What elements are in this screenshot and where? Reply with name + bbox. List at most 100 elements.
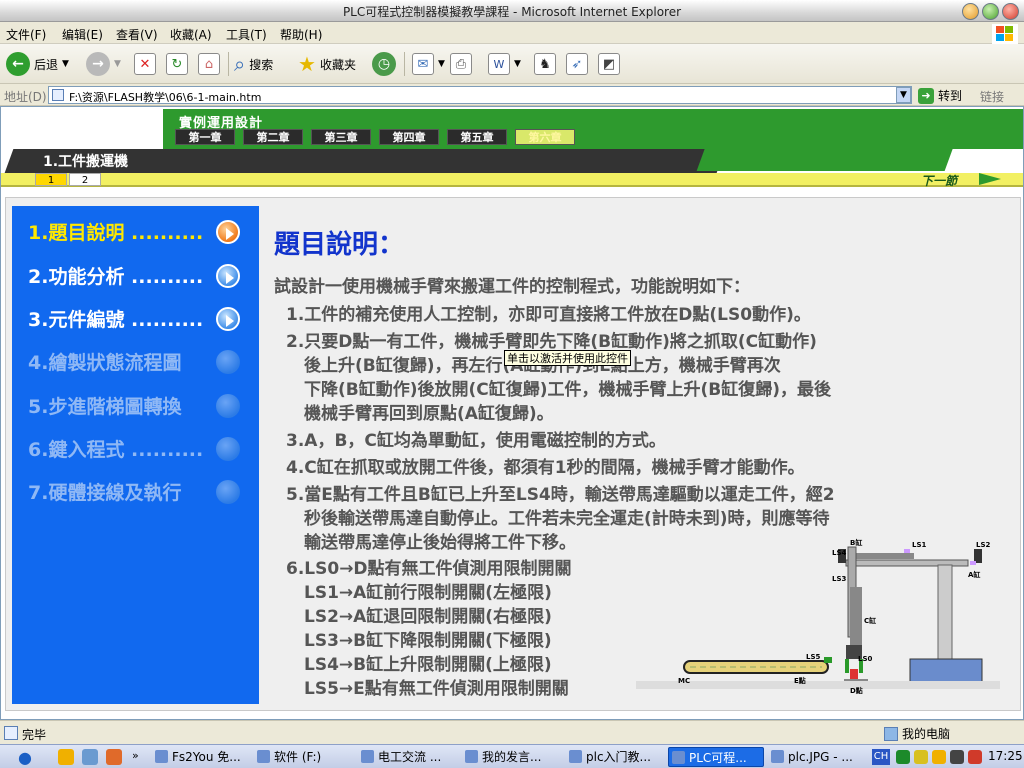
menu-file[interactable]: 文件(F) [6,26,46,43]
back-arrow-icon: ← [6,52,30,76]
minimize-button[interactable] [962,3,979,20]
print-button[interactable]: ⎙ [450,50,472,78]
home-button[interactable]: ⌂ [198,50,220,78]
app-icon[interactable] [106,749,122,765]
menu-edit[interactable]: 编辑(E) [62,26,103,43]
menu-help[interactable]: 帮助(H) [280,26,322,43]
sidebar-item-label: 3.元件編號 .......... [28,308,204,331]
diagram-label-ls0: LS0 [858,655,873,663]
close-button[interactable] [1002,3,1019,20]
description-line: 1.工件的補充使用人工控制，亦即可直接將工件放在D點(LS0動作)。 [286,305,811,325]
address-bar: 地址(D) F:\资源\FLASH教学\06\6-1-main.htm ▼ ➜ … [0,84,1024,106]
star-icon: ★ [298,52,316,76]
mail-button[interactable]: ✉ ▼ [412,50,445,78]
task-item[interactable]: 电工交流 ... [358,747,458,767]
tool-button[interactable]: ◩ [598,50,620,78]
menu-view[interactable]: 查看(V) [116,26,158,43]
tray-icon[interactable] [914,750,928,764]
links-button[interactable]: 链接 [980,88,1004,105]
task-item[interactable]: Fs2You 免... [152,747,250,767]
description-line: 輸送帶馬達停止後始得將工件下移。 [304,533,576,553]
diagram-label-a: A缸 [968,570,980,579]
page-content: 實例運用設計 第一章 第二章 第三章 第四章 第五章 第六章 1.工件搬運機 1… [0,106,1024,720]
sidebar-item-1[interactable]: 1.題目說明 .......... [28,216,253,246]
next-arrow-icon[interactable] [979,173,1001,185]
next-section-link[interactable]: 下一節 [921,172,957,189]
task-item[interactable]: plc入门教... [566,747,666,767]
task-item[interactable]: plc.JPG - ... [768,747,866,767]
computer-icon [884,726,898,741]
diagram-label-d: D點 [850,686,863,695]
chevron-right-icon[interactable]: » [132,749,139,762]
task-item-active[interactable]: PLC可程... [668,747,764,767]
sidebar-item-2[interactable]: 2.功能分析 .......... [28,260,253,290]
edit-button[interactable]: W ▼ [488,50,521,78]
refresh-button[interactable]: ↻ [166,50,188,78]
tray-icon[interactable] [968,750,982,764]
favorites-button[interactable]: ★ 收藏夹 [298,50,356,78]
printer-icon: ⎙ [450,53,472,75]
task-item[interactable]: 软件 (F:) [254,747,354,767]
chevron-down-icon: ▼ [62,59,69,69]
qq-icon[interactable] [58,749,74,765]
go-label: 转到 [938,89,963,103]
tray-icon[interactable] [950,750,964,764]
subtab-1[interactable]: 1 [35,173,67,186]
status-bar: 完毕 我的电脑 [0,720,1024,744]
chapter-tab-6[interactable]: 第六章 [515,129,575,145]
chapter-tab-1[interactable]: 第一章 [175,129,235,145]
stop-button[interactable]: ✕ [134,50,156,78]
clock: 17:25 [988,749,1023,763]
sidebar: 1.題目說明 .......... 2.功能分析 .......... 3.元件… [12,206,259,704]
description-line: 下降(B缸動作)後放開(C缸復歸)工件，機械手臂上升(B缸復歸)，最後 [304,380,832,400]
app-icon[interactable] [82,749,98,765]
subtab-bar [1,173,1023,187]
tray-icon[interactable] [896,750,910,764]
title-bar[interactable]: PLC可程式控制器模擬教學課程 - Microsoft Internet Exp… [0,0,1024,22]
menu-tools[interactable]: 工具(T) [226,26,267,43]
search-button[interactable]: ⌕ 搜索 [234,50,273,78]
diagram-label-mc: MC [678,677,690,685]
page-title: 題目說明： [274,230,405,260]
research-button[interactable]: ➶ [566,50,588,78]
subtab-2[interactable]: 2 [69,173,101,186]
maximize-button[interactable] [982,3,999,20]
tool-icon: ◩ [598,53,620,75]
description-line: 2.只要D點一有工件，機械手臂即先下降(B缸動作)將之抓取(C缸動作) [286,332,817,352]
research-icon: ➶ [566,53,588,75]
task-item[interactable]: 我的发言... [462,747,562,767]
subtabs: 1 2 [35,173,101,186]
sidebar-item-3[interactable]: 3.元件編號 .......... [28,303,253,333]
chapter-tab-3[interactable]: 第三章 [311,129,371,145]
description-line: LS4→B缸上升限制開關(上極限) [304,655,552,675]
description-line: 3.A，B，C缸均為單動缸，使用電磁控制的方式。 [286,431,666,451]
back-button[interactable]: ← 后退 ▼ [6,50,69,78]
chapter-tab-2[interactable]: 第二章 [243,129,303,145]
tray-icon[interactable] [932,750,946,764]
favorites-label: 收藏夹 [319,57,356,72]
sidebar-item-label: 4.繪製狀態流程圖 [28,351,182,374]
address-input[interactable]: F:\资源\FLASH教学\06\6-1-main.htm [48,86,912,104]
forward-button[interactable]: → ▼ [86,50,121,78]
history-button[interactable]: ◷ [372,50,396,78]
start-button-icon[interactable]: ● [18,748,32,767]
description-line: 機械手臂再回到原點(A缸復歸)。 [304,404,554,424]
sidebar-item-6: 6.鍵入程式 .......... [28,433,253,463]
toolbar: ← 后退 ▼ → ▼ ✕ ↻ ⌂ ⌕ 搜索 ★ 收藏夹 ◷ ✉ ▼ ⎙ W ▼ … [0,44,1024,84]
go-button[interactable]: ➜ 转到 [918,87,962,104]
diagram-label-ls2: LS2 [976,541,991,549]
back-label: 后退 [34,57,59,72]
chapter-tab-4[interactable]: 第四章 [379,129,439,145]
messenger-button[interactable]: ♞ [534,50,556,78]
description-line: 4.C缸在抓取或放開工件後，都須有1秒的間隔，機械手臂才能動作。 [286,458,805,478]
sidebar-item-label: 1.題目說明 .......... [28,221,204,244]
zone-label: 我的电脑 [902,727,951,741]
ime-indicator[interactable]: CH [872,749,890,765]
diagram-label-ls1: LS1 [912,541,927,549]
chevron-down-icon: ▼ [114,59,121,69]
address-dropdown-button[interactable]: ▼ [896,87,911,103]
menu-favorites[interactable]: 收藏(A) [170,26,212,43]
stop-icon: ✕ [134,53,156,75]
chapter-tab-5[interactable]: 第五章 [447,129,507,145]
disabled-ball-icon [216,394,240,418]
